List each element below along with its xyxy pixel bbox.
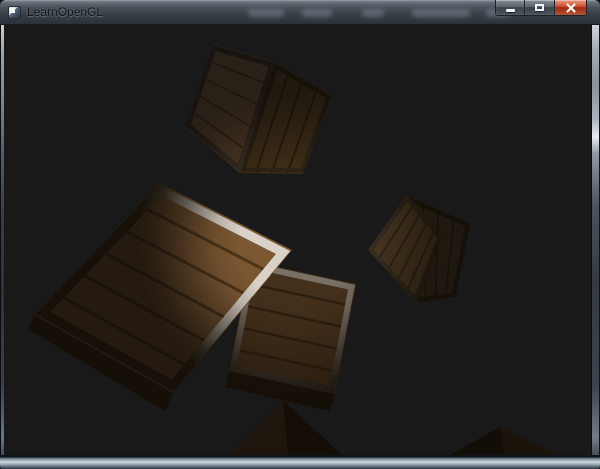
glass-reflection [412,9,470,17]
spotlight-crates-scene [4,25,591,455]
minimize-icon [505,8,515,12]
glass-reflection [302,9,332,17]
maximize-button[interactable] [525,0,554,16]
minimize-button[interactable] [495,0,525,16]
maximize-icon [535,4,544,11]
glass-reflection [362,9,384,17]
app-icon [8,6,21,19]
window-resize-edge-left[interactable] [0,25,4,455]
glass-reflection [248,9,284,17]
opengl-viewport[interactable] [4,25,591,455]
window-resize-edge-bottom[interactable] [0,455,600,469]
window-controls [495,0,587,16]
close-icon [565,2,576,13]
window-resize-edge-right[interactable] [591,25,600,455]
app-window: LearnOpenGL [0,0,600,469]
close-button[interactable] [554,0,587,16]
window-title: LearnOpenGL [27,5,104,19]
titlebar[interactable]: LearnOpenGL [0,0,600,25]
